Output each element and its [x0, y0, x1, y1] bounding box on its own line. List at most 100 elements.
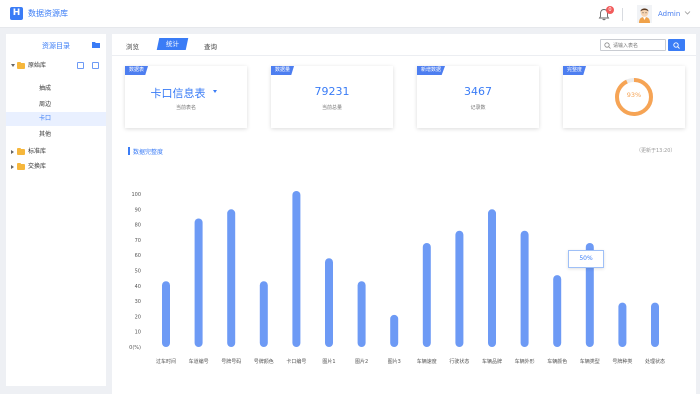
- chart-tooltip: 50%: [568, 250, 604, 268]
- chart-bar[interactable]: [292, 190, 301, 347]
- card-new-records: 新增数据 3467 记录数: [417, 66, 539, 128]
- chart-bar[interactable]: [390, 314, 399, 347]
- chart-bar[interactable]: [422, 242, 431, 347]
- caret-right-icon[interactable]: [11, 150, 14, 154]
- x-tick-label: 图片3: [388, 358, 401, 365]
- x-tick-label: 行驶状态: [449, 358, 469, 365]
- x-tick-label: 图片2: [355, 358, 368, 365]
- user-name[interactable]: Admin: [658, 10, 680, 18]
- y-tick-label: 40: [135, 284, 141, 290]
- search-input[interactable]: [613, 41, 665, 50]
- expand-icon[interactable]: [92, 62, 99, 69]
- card-tag: 数据量: [271, 66, 295, 75]
- tab-browse[interactable]: 浏览: [126, 41, 139, 51]
- tree-leaf[interactable]: 抽成: [6, 82, 106, 96]
- user-avatar[interactable]: [637, 5, 652, 23]
- new-records-value: 3467: [464, 85, 492, 98]
- x-tick-label: 号牌颜色: [254, 358, 274, 365]
- y-tick-label: 50: [135, 269, 141, 275]
- tab-statistics[interactable]: 统计: [156, 38, 189, 50]
- x-tick-label: 车辆品牌: [482, 358, 502, 365]
- search-box: [600, 39, 666, 51]
- card-subtitle: 当前总量: [321, 105, 342, 111]
- chart-bar[interactable]: [259, 281, 268, 347]
- x-tick-label: 卡口编号: [286, 358, 306, 365]
- y-tick-label: 0(%): [129, 345, 141, 351]
- chart-updated-time: （更新于13:20）: [636, 148, 676, 154]
- completeness-bar-chart: 0(%) 10 20 30 40 50 60 70 80 90 100 过车时间 车道编号 号牌号码 号牌颜…: [129, 190, 665, 365]
- collapse-icon[interactable]: [77, 62, 84, 69]
- x-tick-label: 处理状态: [645, 358, 665, 365]
- y-tick-label: 70: [135, 238, 141, 244]
- tree-node-standard[interactable]: 标准库: [6, 145, 106, 159]
- y-tick-label: 10: [135, 330, 141, 336]
- completeness-ring: 93%: [613, 76, 655, 118]
- x-tick-label: 图片1: [322, 358, 335, 365]
- chevron-down-icon[interactable]: [684, 9, 691, 16]
- tree-leaf[interactable]: 其他: [6, 128, 106, 142]
- search-icon: [604, 42, 611, 49]
- tree-node-exchange[interactable]: 交换库: [6, 160, 106, 174]
- table-select-value[interactable]: 卡口信息表: [117, 85, 239, 101]
- caret-down-icon[interactable]: [11, 64, 15, 67]
- chart-bar[interactable]: [357, 281, 366, 347]
- search-button[interactable]: [668, 39, 685, 51]
- card-completeness: 完整度 93%: [563, 66, 685, 128]
- folder-add-icon[interactable]: [92, 41, 100, 48]
- header-divider: [622, 8, 623, 21]
- chart-bar[interactable]: [488, 209, 496, 347]
- folder-icon: [17, 147, 25, 155]
- resource-sidebar: 资源目录 原始库 抽成 周边 卡口 其他 标准库 交换库: [6, 34, 106, 386]
- record-count-value: 79231: [314, 85, 350, 98]
- caret-right-icon[interactable]: [11, 165, 14, 169]
- x-tick-label: 车道编号: [189, 358, 209, 365]
- chart-bar[interactable]: [520, 230, 529, 347]
- y-tick-label: 80: [135, 223, 141, 229]
- card-table-name: 数据表 卡口信息表 当前表名: [125, 66, 247, 128]
- chart-bar[interactable]: [162, 281, 170, 347]
- chart-bar[interactable]: [618, 302, 627, 347]
- sidebar-title: 资源目录: [42, 42, 70, 50]
- chart-bar[interactable]: [553, 275, 562, 347]
- tree-leaf-selected[interactable]: 卡口: [6, 112, 106, 126]
- top-header: H 数据资源库 0 Admin: [0, 0, 700, 28]
- search-icon: [673, 41, 680, 49]
- card-tag: 完整度: [563, 66, 587, 75]
- chart-bar[interactable]: [455, 230, 464, 347]
- x-tick-label: 过车时间: [156, 358, 176, 365]
- folder-icon: [17, 61, 25, 69]
- x-tick-label: 车辆速度: [417, 358, 437, 365]
- chart-bar[interactable]: [194, 218, 203, 347]
- card-record-count: 数据量 79231 当前总量: [271, 66, 393, 128]
- card-tag: 新增数据: [417, 66, 446, 75]
- app-title: 数据资源库: [28, 9, 68, 18]
- tree-node-raw[interactable]: 原始库: [6, 59, 106, 73]
- chart-bar[interactable]: [325, 258, 333, 347]
- caret-down-icon[interactable]: [213, 90, 217, 93]
- y-tick-label: 30: [135, 299, 141, 305]
- tab-bar: 浏览 统计 查询: [112, 34, 696, 56]
- y-tick-label: 60: [135, 253, 141, 259]
- y-tick-label: 20: [135, 314, 141, 320]
- tab-query[interactable]: 查询: [204, 41, 217, 51]
- y-tick-label: 90: [135, 207, 141, 213]
- folder-icon: [17, 162, 25, 170]
- card-tag: 数据表: [125, 66, 149, 75]
- tree-leaf[interactable]: 周边: [6, 98, 106, 112]
- x-tick-label: 车辆外形: [515, 358, 535, 365]
- completeness-percent: 93%: [626, 91, 642, 99]
- card-subtitle: 当前表名: [175, 105, 196, 111]
- main-panel: 浏览 统计 查询 数据表 卡口信息表 当前表名 数据量 79231 当前总量: [112, 34, 696, 394]
- x-tick-label: 号牌种类: [612, 358, 632, 365]
- x-tick-label: 号牌号码: [221, 358, 241, 365]
- x-tick-label: 车辆类型: [580, 358, 600, 365]
- chart-title-marker: [128, 147, 130, 155]
- notification-badge: 0: [606, 6, 614, 14]
- card-subtitle: 记录数: [470, 105, 486, 111]
- chart-bar[interactable]: [227, 209, 236, 347]
- chart-bar[interactable]: [651, 302, 659, 347]
- y-tick-label: 100: [131, 192, 141, 198]
- app-logo[interactable]: H: [10, 7, 23, 20]
- chart-title: 数据完整度: [133, 149, 164, 156]
- x-tick-label: 车辆颜色: [547, 358, 567, 365]
